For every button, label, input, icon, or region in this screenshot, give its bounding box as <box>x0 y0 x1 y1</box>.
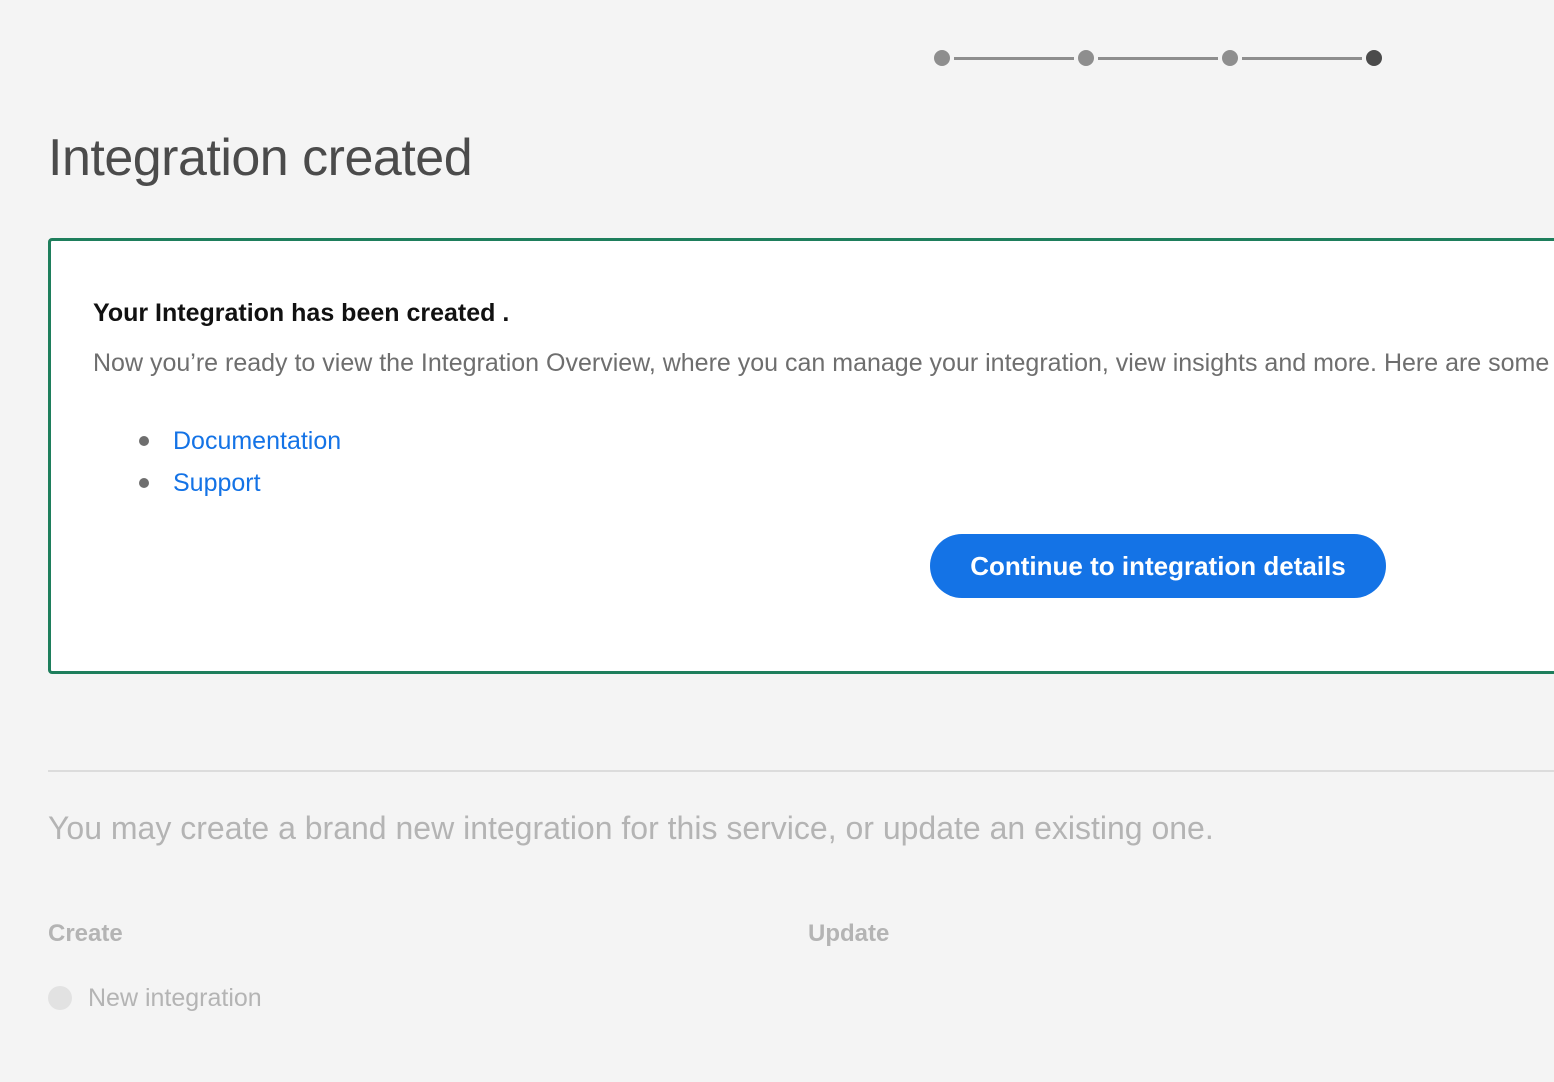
success-description: Now you’re ready to view the Integration… <box>93 349 1550 377</box>
page: Integration created Your Integration has… <box>0 0 1554 1082</box>
radio-button[interactable] <box>48 986 72 1010</box>
bullet-icon <box>139 478 149 488</box>
bullet-icon <box>139 436 149 446</box>
progress-stepper <box>934 50 1382 66</box>
step-2-dot <box>1078 50 1094 66</box>
step-connector <box>1242 57 1362 60</box>
new-integration-radio-option[interactable]: New integration <box>48 982 262 1014</box>
step-connector <box>954 57 1074 60</box>
update-column-label: Update <box>808 920 890 947</box>
list-item: Support <box>139 463 341 505</box>
page-title: Integration created <box>48 129 473 187</box>
continue-to-integration-details-button[interactable]: Continue to integration details <box>930 534 1386 598</box>
section-divider <box>48 770 1554 772</box>
step-4-dot-current <box>1366 50 1382 66</box>
create-or-update-intro: You may create a brand new integration f… <box>48 810 1214 846</box>
new-integration-label: New integration <box>88 983 262 1012</box>
step-3-dot <box>1222 50 1238 66</box>
step-1-dot <box>934 50 950 66</box>
documentation-link[interactable]: Documentation <box>173 427 341 455</box>
step-connector <box>1098 57 1218 60</box>
list-item: Documentation <box>139 421 341 463</box>
resource-links-list: Documentation Support <box>139 421 341 505</box>
success-card: Your Integration has been created . Now … <box>48 238 1554 674</box>
success-heading: Your Integration has been created . <box>93 299 510 327</box>
support-link[interactable]: Support <box>173 469 261 497</box>
create-column-label: Create <box>48 920 123 947</box>
